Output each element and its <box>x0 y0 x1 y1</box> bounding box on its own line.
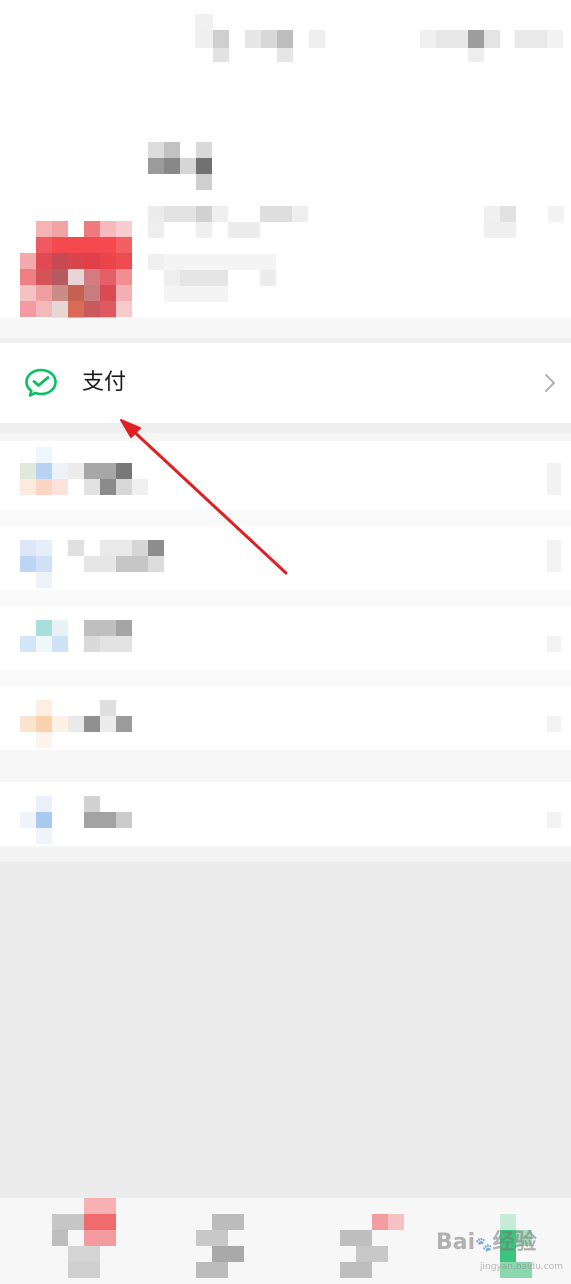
pay-label: 支付 <box>82 370 127 395</box>
wechat-pay-icon <box>25 368 57 397</box>
chevron-right-icon <box>545 374 555 392</box>
tab-discover[interactable] <box>284 1198 426 1284</box>
paw-icon: 🐾 <box>475 1237 493 1253</box>
list-item-icon <box>20 447 68 495</box>
watermark: Bai🐾经验 <box>436 1224 537 1256</box>
list-item-icon <box>20 796 68 844</box>
list-item-icon <box>20 620 68 668</box>
tab-contacts[interactable] <box>142 1198 284 1284</box>
tab-chats[interactable] <box>0 1198 142 1284</box>
empty-area <box>0 862 571 1198</box>
avatar <box>20 221 132 333</box>
watermark-text: Bai <box>436 1230 476 1255</box>
list-item[interactable] <box>0 441 571 521</box>
profile-card[interactable] <box>0 95 571 333</box>
list-item-icon <box>20 700 68 748</box>
list-item-icon <box>20 540 68 588</box>
watermark-suffix: 经验 <box>492 1230 537 1255</box>
watermark-site: jingyan.baidu.com <box>480 1262 564 1272</box>
top-bar <box>0 0 571 95</box>
